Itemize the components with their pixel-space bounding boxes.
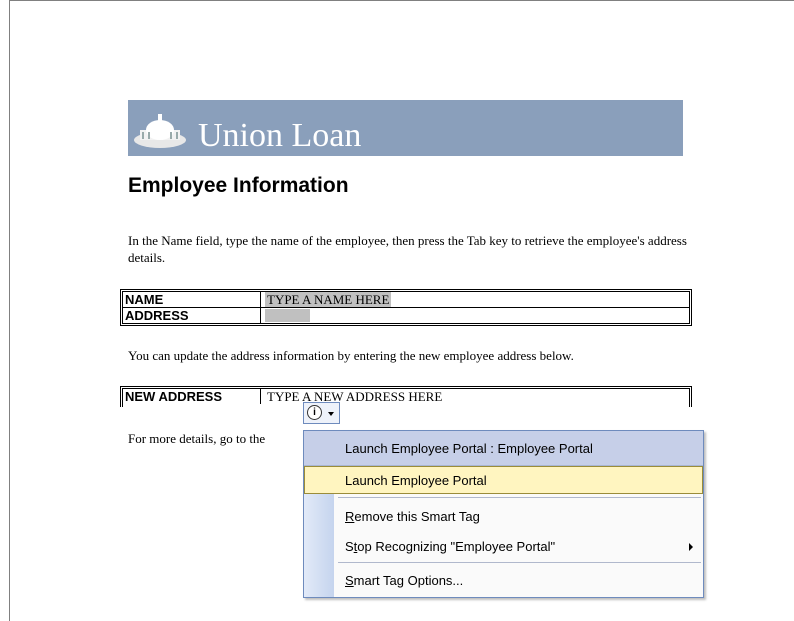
update-paragraph: You can update the address information b… xyxy=(128,348,574,363)
page-heading: Employee Information xyxy=(128,174,349,197)
table-row: NAME TYPE A NAME HERE xyxy=(123,292,689,308)
remove-smart-tag-item[interactable]: Remove this Smart Tag xyxy=(304,501,703,531)
name-label: NAME xyxy=(125,292,164,307)
new-address-field[interactable]: TYPE A NEW ADDRESS HERE xyxy=(265,389,444,404)
info-icon: i xyxy=(307,405,322,420)
launch-employee-portal-item[interactable]: Launch Employee Portal xyxy=(304,466,703,494)
table-row: ADDRESS xyxy=(123,308,689,323)
banner-title: Union Loan xyxy=(198,117,362,154)
smart-tag-button[interactable]: i xyxy=(303,402,340,424)
document-edge-top xyxy=(9,0,794,1)
smart-tag-menu: Launch Employee Portal : Employee Portal… xyxy=(303,430,704,598)
menu-separator xyxy=(338,497,701,498)
cell-divider xyxy=(260,308,261,323)
document-edge-left xyxy=(9,0,10,621)
menu-separator xyxy=(338,562,701,563)
cell-divider xyxy=(260,389,261,404)
cell-divider xyxy=(260,292,261,307)
intro-paragraph: In the Name field, type the name of the … xyxy=(128,233,687,265)
address-label: ADDRESS xyxy=(125,308,189,323)
details-paragraph: For more details, go to the xyxy=(128,431,266,446)
dropdown-arrow-icon xyxy=(328,412,334,416)
name-field[interactable]: TYPE A NAME HERE xyxy=(265,292,392,307)
company-banner: Union Loan xyxy=(128,100,683,156)
menu-item-label: Launch Employee Portal xyxy=(345,473,487,488)
menu-item-label: Remove this Smart Tag xyxy=(345,509,480,524)
table-row: NEW ADDRESS TYPE A NEW ADDRESS HERE xyxy=(123,389,689,404)
smart-tag-options-item[interactable]: Smart Tag Options... xyxy=(304,565,703,595)
menu-item-label: Stop Recognizing "Employee Portal" xyxy=(345,539,556,554)
employee-table: NAME TYPE A NAME HERE ADDRESS xyxy=(120,289,692,326)
address-field[interactable] xyxy=(265,309,310,322)
new-address-label: NEW ADDRESS xyxy=(125,389,223,404)
menu-header: Launch Employee Portal : Employee Portal xyxy=(304,431,703,466)
menu-item-label: Smart Tag Options... xyxy=(345,573,464,588)
stop-recognizing-item[interactable]: Stop Recognizing "Employee Portal" xyxy=(304,531,703,561)
new-address-table: NEW ADDRESS TYPE A NEW ADDRESS HERE xyxy=(120,386,692,407)
submenu-arrow-icon xyxy=(689,543,693,551)
capitol-building-icon xyxy=(134,114,186,148)
menu-header-label: Launch Employee Portal : Employee Portal xyxy=(345,441,593,456)
